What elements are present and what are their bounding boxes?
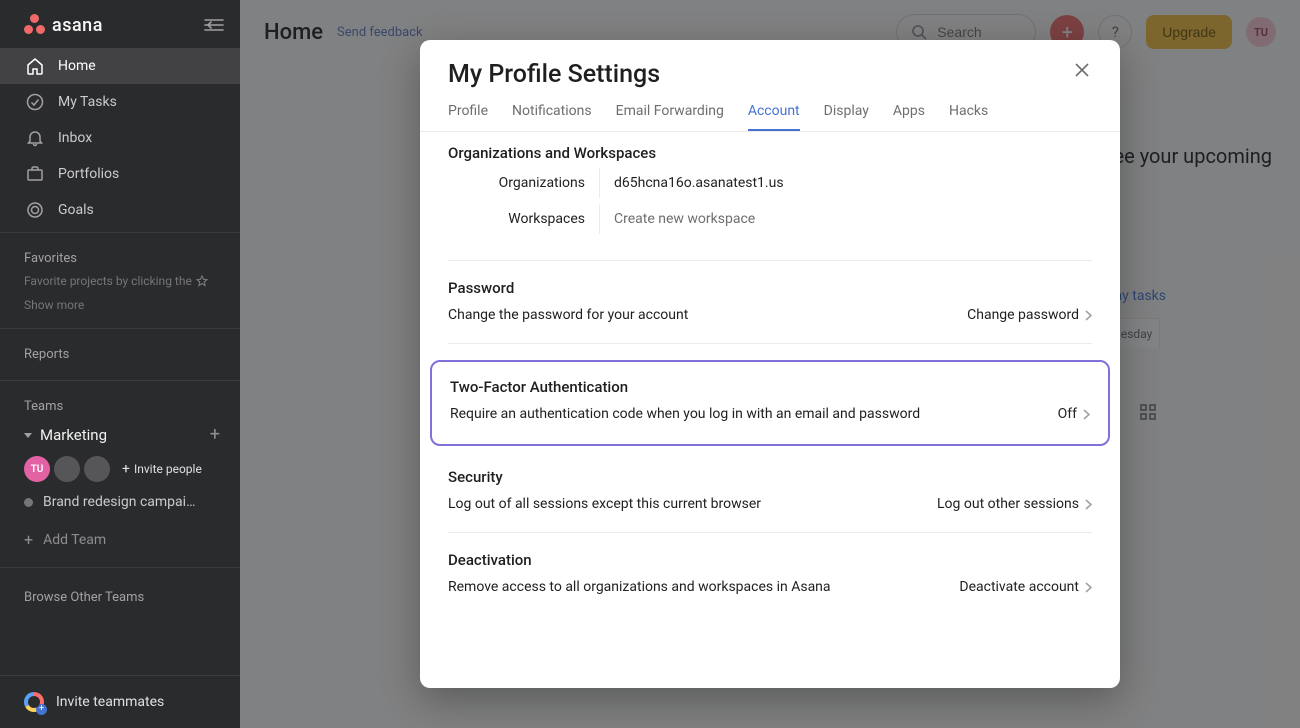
modal-tabs: Profile Notifications Email Forwarding A…: [420, 89, 1120, 132]
nav-portfolios[interactable]: Portfolios: [0, 156, 240, 192]
tab-display[interactable]: Display: [824, 103, 869, 131]
nav-my-tasks[interactable]: My Tasks: [0, 84, 240, 120]
teams-heading: Teams: [0, 385, 240, 418]
home-icon: [26, 57, 44, 75]
project-color-dot: [24, 498, 33, 507]
deactivation-desc: Remove access to all organizations and w…: [448, 579, 831, 595]
avatar-placeholder[interactable]: [84, 456, 110, 482]
nav-goals[interactable]: Goals: [0, 192, 240, 228]
favorites-hint: Favorite projects by clicking the: [0, 270, 240, 296]
security-title: Security: [448, 468, 1092, 486]
portfolio-icon: [26, 165, 44, 183]
logout-sessions-link[interactable]: Log out other sessions: [937, 496, 1092, 512]
team-name: Marketing: [40, 426, 107, 444]
asana-logo-icon: [24, 14, 46, 36]
nav-inbox[interactable]: Inbox: [0, 120, 240, 156]
tab-notifications[interactable]: Notifications: [512, 103, 592, 131]
nav-label: Inbox: [58, 130, 92, 146]
section-deactivation: Deactivation Remove access to all organi…: [448, 533, 1092, 615]
avatar-placeholder[interactable]: [54, 456, 80, 482]
reports-heading[interactable]: Reports: [0, 333, 240, 366]
password-title: Password: [448, 279, 1092, 297]
create-workspace-link[interactable]: Create new workspace: [600, 211, 755, 227]
goals-icon: [26, 201, 44, 219]
invite-teammates-button[interactable]: + Invite teammates: [0, 675, 240, 728]
chevron-right-icon: [1083, 409, 1090, 420]
section-two-factor: Two-Factor Authentication Require an aut…: [450, 378, 1090, 422]
change-password-link[interactable]: Change password: [967, 307, 1092, 323]
modal-body[interactable]: Organizations and Workspaces Organizatio…: [420, 132, 1120, 688]
tab-apps[interactable]: Apps: [893, 103, 925, 131]
tab-hacks[interactable]: Hacks: [949, 103, 988, 131]
deactivation-title: Deactivation: [448, 551, 1092, 569]
favorites-heading: Favorites: [0, 237, 240, 270]
two-factor-highlight: Two-Factor Authentication Require an aut…: [430, 360, 1110, 446]
bell-icon: [26, 129, 44, 147]
workspaces-label: Workspaces: [448, 204, 600, 234]
project-name: Brand redesign campai…: [43, 494, 195, 510]
section-organizations: Organizations and Workspaces Organizatio…: [448, 138, 1092, 261]
collapse-sidebar-icon[interactable]: [204, 18, 224, 32]
organizations-label: Organizations: [448, 168, 600, 198]
brand-logo[interactable]: asana: [24, 14, 103, 36]
twofa-desc: Require an authentication code when you …: [450, 406, 920, 422]
browse-teams-heading[interactable]: Browse Other Teams: [0, 572, 240, 609]
org-section-title: Organizations and Workspaces: [448, 144, 1092, 162]
team-members: TU +Invite people: [0, 452, 240, 488]
brand-name: asana: [52, 15, 103, 36]
modal-overlay[interactable]: My Profile Settings Profile Notification…: [240, 0, 1300, 728]
twofa-toggle-link[interactable]: Off: [1058, 406, 1090, 422]
chevron-right-icon: [1085, 310, 1092, 321]
chevron-right-icon: [1085, 582, 1092, 593]
chevron-down-icon: [24, 433, 32, 438]
modal-title: My Profile Settings: [448, 60, 660, 89]
sidebar: asana Home My Tasks Inbox Portfolios Goa…: [0, 0, 240, 728]
main-area: Home Send feedback + ? Upgrade TU ckly s…: [240, 0, 1300, 728]
team-marketing[interactable]: Marketing +: [0, 418, 240, 452]
nav-label: My Tasks: [58, 94, 117, 110]
invite-people-button[interactable]: +Invite people: [114, 457, 210, 481]
section-password: Password Change the password for your ac…: [448, 261, 1092, 344]
organization-value: d65hcna16o.asanatest1.us: [600, 175, 784, 191]
nav-label: Home: [58, 58, 96, 74]
chevron-right-icon: [1085, 499, 1092, 510]
close-icon[interactable]: [1072, 60, 1092, 80]
security-desc: Log out of all sessions except this curr…: [448, 496, 761, 512]
tab-email-forwarding[interactable]: Email Forwarding: [616, 103, 724, 131]
project-item[interactable]: Brand redesign campai…: [0, 488, 240, 516]
tab-profile[interactable]: Profile: [448, 103, 488, 131]
nav-label: Portfolios: [58, 166, 119, 182]
twofa-title: Two-Factor Authentication: [450, 378, 1090, 396]
nav-label: Goals: [58, 202, 94, 218]
tab-account[interactable]: Account: [748, 103, 800, 131]
add-project-icon[interactable]: +: [210, 428, 220, 442]
add-team-button[interactable]: +Add Team: [0, 516, 240, 563]
avatar[interactable]: TU: [24, 456, 50, 482]
password-desc: Change the password for your account: [448, 307, 688, 323]
star-icon: [196, 275, 208, 287]
invite-teammates-label: Invite teammates: [56, 694, 164, 710]
profile-settings-modal: My Profile Settings Profile Notification…: [420, 40, 1120, 688]
section-security: Security Log out of all sessions except …: [448, 450, 1092, 533]
check-circle-icon: [26, 93, 44, 111]
team-ring-icon: +: [24, 692, 44, 712]
show-more-link[interactable]: Show more: [0, 296, 240, 324]
nav-home[interactable]: Home: [0, 48, 240, 84]
deactivate-account-link[interactable]: Deactivate account: [959, 579, 1092, 595]
